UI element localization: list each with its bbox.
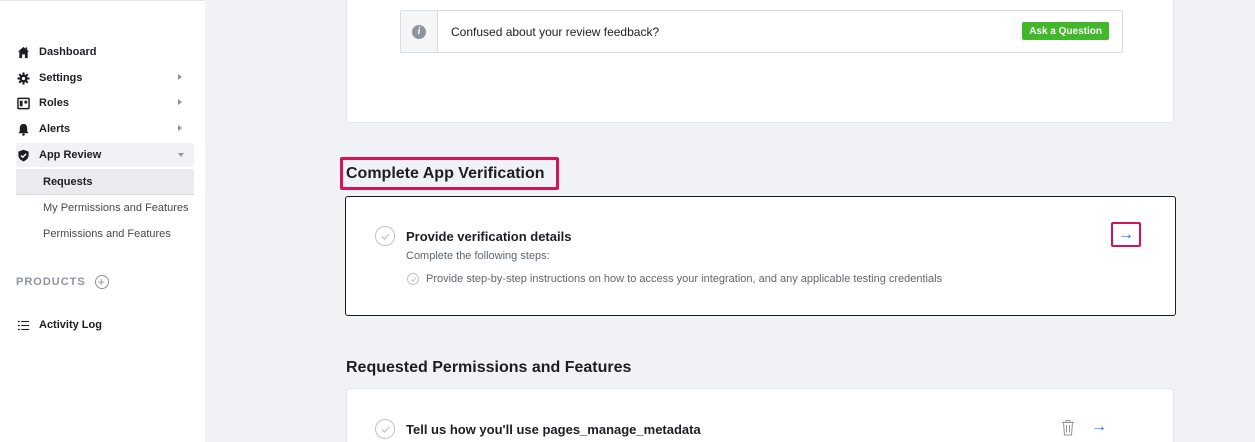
- chevron-right-icon: [178, 99, 182, 105]
- sidebar-item-label: App Review: [39, 149, 102, 161]
- shield-check-icon: [16, 148, 30, 162]
- check-circle-icon: [375, 226, 395, 246]
- sidebar-subitem-label: My Permissions and Features: [43, 202, 189, 214]
- step-check-icon: [407, 273, 419, 285]
- sidebar-item-dashboard[interactable]: Dashboard: [16, 40, 194, 64]
- sidebar-subitem-requests[interactable]: Requests: [16, 169, 194, 195]
- sidebar-item-activity-log[interactable]: Activity Log: [16, 313, 194, 337]
- check-circle-icon: [375, 419, 395, 439]
- verification-card[interactable]: Provide verification details Complete th…: [345, 196, 1176, 316]
- sidebar-item-label: Alerts: [39, 123, 71, 135]
- help-icon-container: i: [401, 11, 438, 52]
- roles-icon: [16, 96, 30, 110]
- sidebar-subitem-label: Permissions and Features: [43, 228, 171, 240]
- add-product-button[interactable]: +: [94, 275, 109, 289]
- sidebar-item-label: Roles: [39, 97, 69, 109]
- ask-question-button[interactable]: Ask a Question: [1022, 22, 1109, 40]
- chevron-right-icon: [178, 74, 182, 80]
- gear-icon: [16, 71, 30, 85]
- sidebar-item-label: Settings: [39, 72, 83, 84]
- verification-item-title: Provide verification details: [406, 229, 572, 244]
- review-feedback-card: i Confused about your review feedback? A…: [346, 0, 1174, 123]
- sidebar: Dashboard Settings Roles Alerts App Revi…: [0, 0, 205, 442]
- chevron-right-icon: [178, 125, 182, 131]
- sidebar-item-alerts[interactable]: Alerts: [16, 117, 194, 141]
- trash-icon[interactable]: [1061, 419, 1075, 436]
- verification-item-subtitle: Complete the following steps:: [406, 250, 550, 262]
- sidebar-item-app-review[interactable]: App Review: [16, 143, 194, 167]
- verification-arrow-button[interactable]: →: [1111, 222, 1141, 247]
- permission-card[interactable]: Tell us how you'll use pages_manage_meta…: [346, 388, 1174, 442]
- verification-step-text: Provide step-by-step instructions on how…: [426, 273, 943, 285]
- permission-item-title: Tell us how you'll use pages_manage_meta…: [406, 422, 701, 437]
- products-label: PRODUCTS: [16, 276, 86, 288]
- sidebar-subitem-label: Requests: [43, 175, 93, 188]
- arrow-right-icon: →: [1118, 225, 1134, 243]
- sidebar-subitem-my-permissions[interactable]: My Permissions and Features: [16, 195, 194, 221]
- sidebar-item-label: Dashboard: [39, 46, 97, 58]
- verification-section-title: Complete App Verification: [346, 165, 545, 182]
- sidebar-subitem-permissions-features[interactable]: Permissions and Features: [16, 221, 194, 247]
- main-content: i Confused about your review feedback? A…: [205, 0, 1255, 442]
- permissions-section-title: Requested Permissions and Features: [346, 359, 632, 376]
- info-icon: i: [412, 24, 426, 39]
- sidebar-item-settings[interactable]: Settings: [16, 66, 194, 90]
- products-header: PRODUCTS +: [16, 275, 109, 289]
- list-icon: [16, 318, 30, 332]
- sidebar-item-label: Activity Log: [39, 319, 102, 331]
- help-banner: i Confused about your review feedback? A…: [400, 10, 1123, 53]
- chevron-down-icon: [178, 153, 184, 157]
- home-icon: [16, 45, 30, 59]
- sidebar-item-roles[interactable]: Roles: [16, 91, 194, 115]
- permission-arrow-button[interactable]: →: [1091, 419, 1107, 435]
- bell-icon: [16, 122, 30, 136]
